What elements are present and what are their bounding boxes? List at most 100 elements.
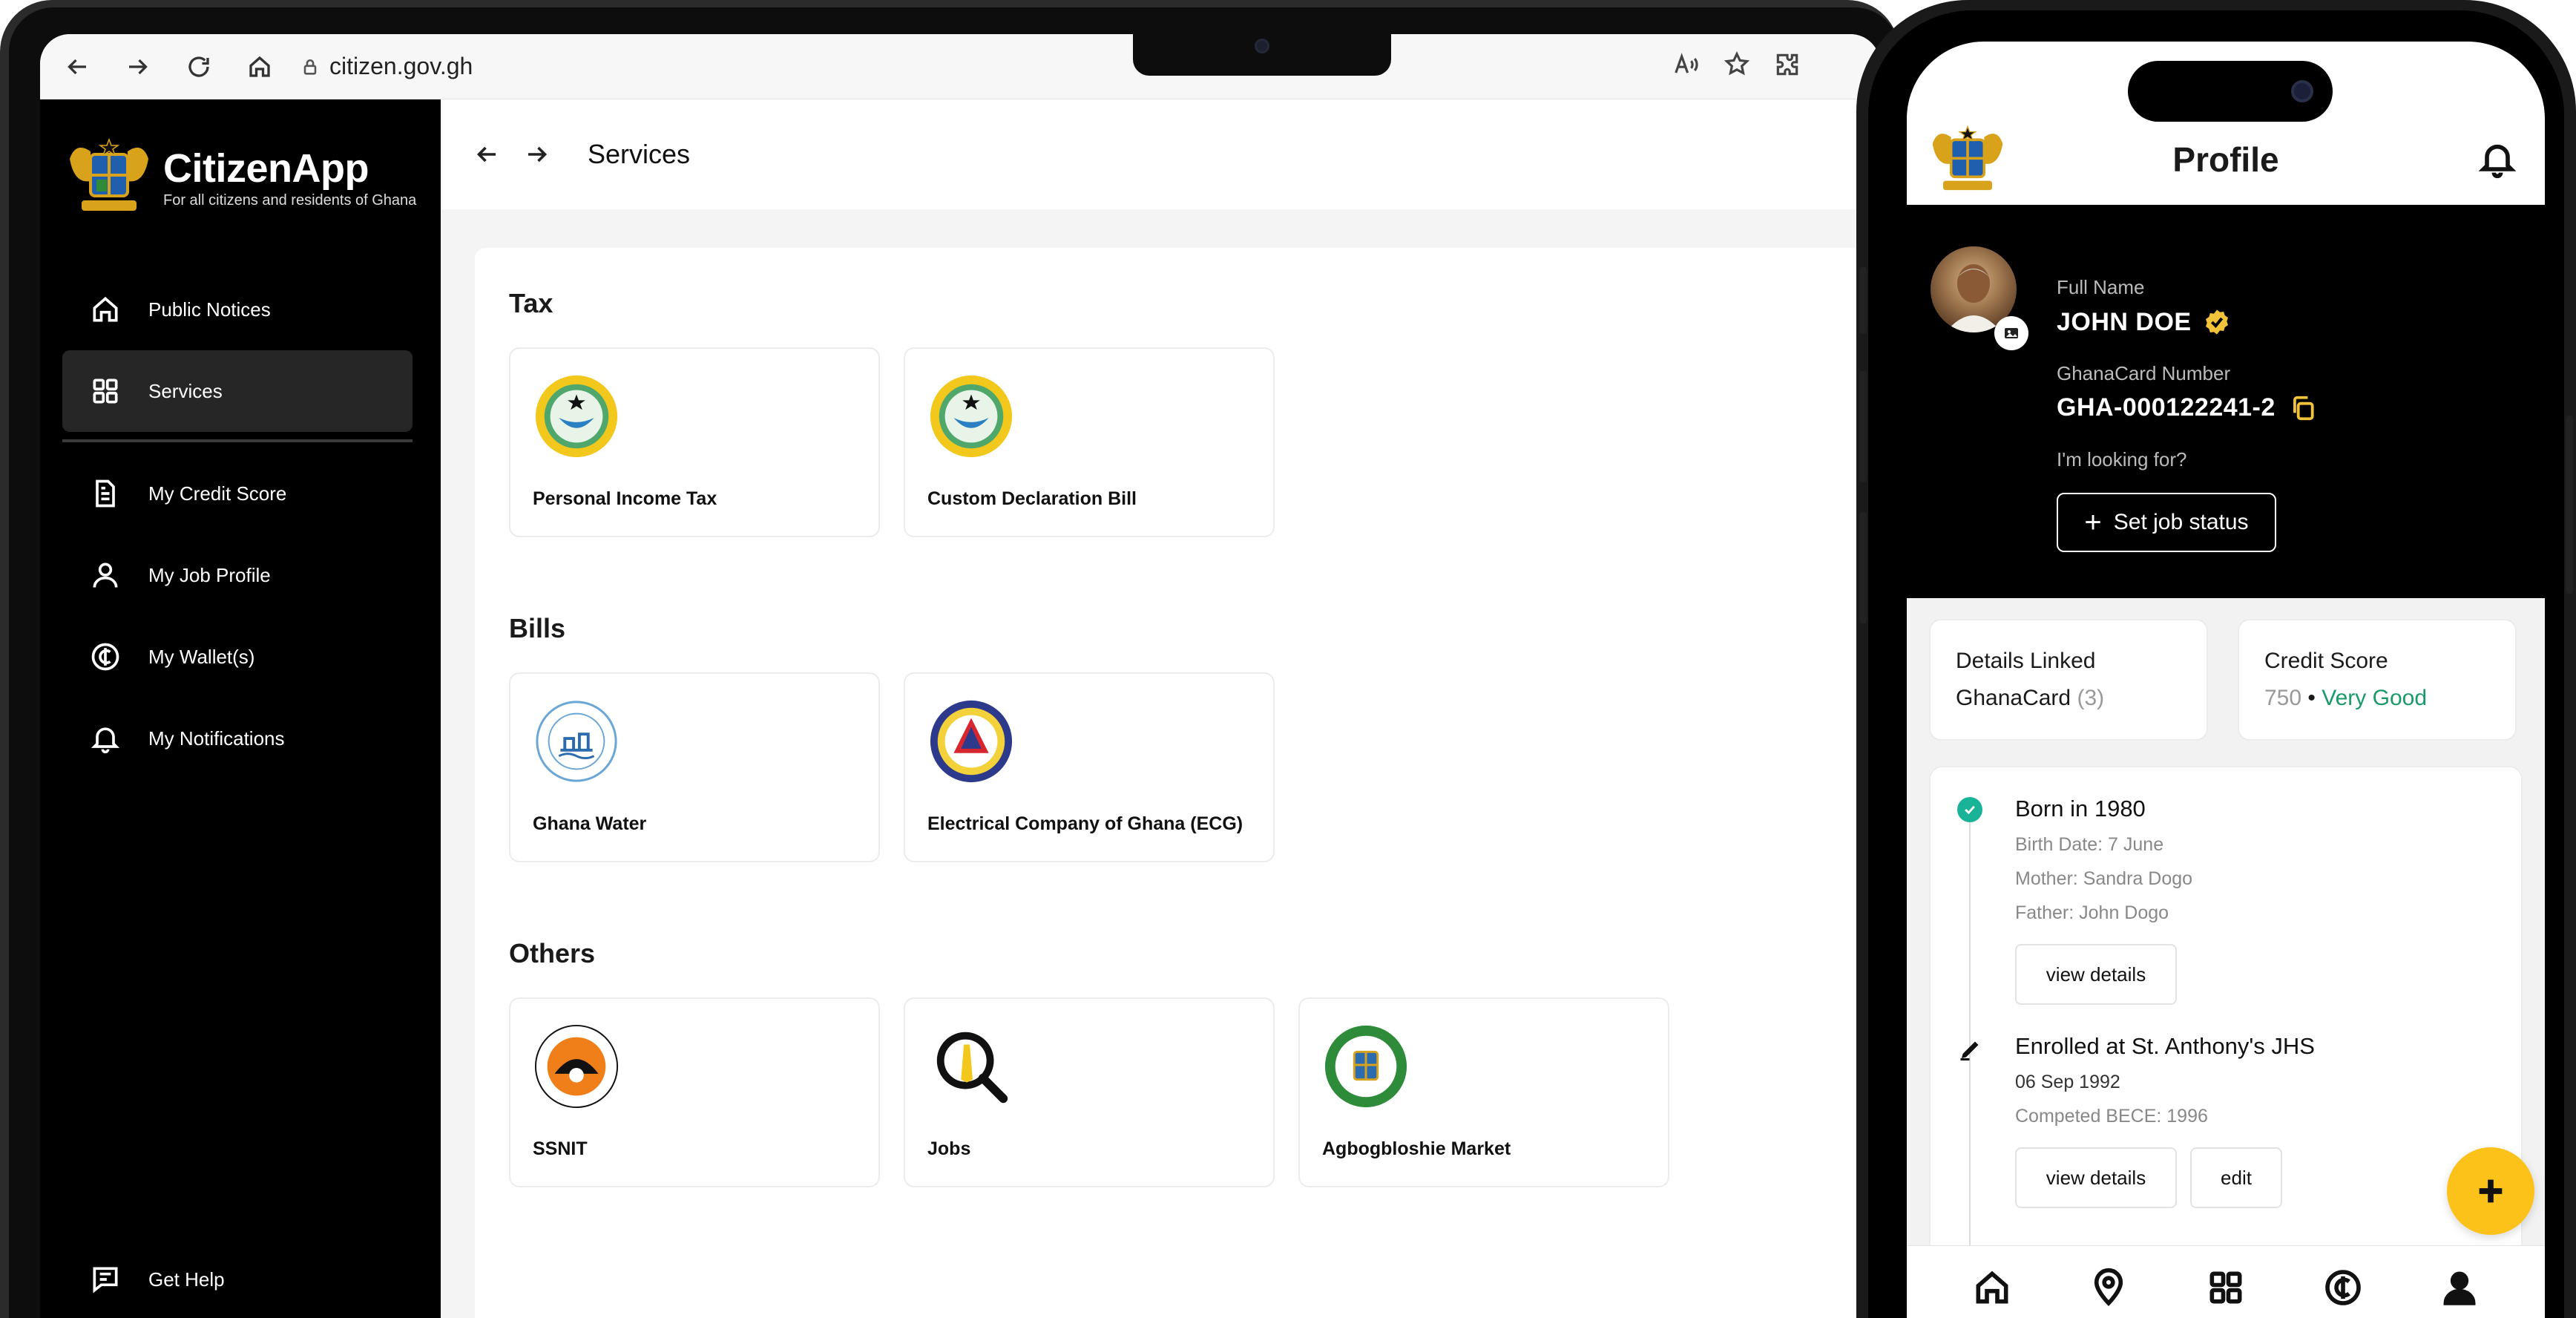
forward-arrow-icon[interactable]	[524, 141, 551, 168]
notifications-button[interactable]	[2477, 138, 2518, 180]
service-card-personal-income-tax[interactable]: Personal Income Tax	[509, 347, 880, 537]
sidebar-item-notifications[interactable]: My Notifications	[62, 698, 413, 779]
sidebar-item-public-notices[interactable]: Public Notices	[62, 269, 413, 350]
service-card-ecg[interactable]: Electrical Company of Ghana (ECG)	[904, 672, 1275, 862]
dynamic-island	[2128, 61, 2333, 122]
ghanacard-number: GHA-000122241-2	[2057, 393, 2317, 422]
sidebar-item-label: My Wallet(s)	[148, 645, 255, 668]
home-icon[interactable]	[1971, 1267, 2013, 1308]
cedi-icon[interactable]	[2322, 1267, 2364, 1308]
gra-logo-icon	[535, 375, 618, 458]
profile-header: Profile	[1907, 123, 2545, 205]
home-icon	[249, 56, 270, 77]
extensions-icon[interactable]	[1773, 50, 1801, 79]
timeline-detail: Mother: Sandra Dogo	[2015, 868, 2193, 889]
browser-forward-button[interactable]	[123, 52, 153, 82]
view-details-button[interactable]: view details	[2015, 1147, 2177, 1208]
details-linked-sub: GhanaCard (3)	[1956, 680, 2181, 717]
service-card-label: Agbogbloshie Market	[1322, 1138, 1511, 1159]
plus-icon: +	[2084, 506, 2102, 539]
get-help-label: Get Help	[148, 1268, 225, 1291]
favorite-icon[interactable]	[1723, 50, 1751, 79]
jobs-search-icon	[936, 1032, 1008, 1104]
service-card-custom-declaration-bill[interactable]: Custom Declaration Bill	[904, 347, 1275, 537]
verified-badge-icon	[2205, 309, 2228, 335]
profile-summary: Full Name JOHN DOE GhanaCard Number GHA-…	[1907, 205, 2545, 598]
sidebar-item-label: Public Notices	[148, 298, 271, 321]
profile-body: Details Linked GhanaCard (3) Credit Scor…	[1907, 598, 2545, 1318]
back-arrow-icon[interactable]	[473, 141, 500, 168]
browser-toolbar: citizen.gov.gh	[40, 34, 1880, 99]
credit-score-line: 750 • Very Good	[2264, 680, 2490, 717]
sidebar-item-label: My Job Profile	[148, 563, 271, 586]
credit-score-card[interactable]: Credit Score 750 • Very Good	[2238, 619, 2517, 741]
address-bar[interactable]: citizen.gov.gh	[300, 53, 473, 80]
get-help-link[interactable]: Get Help	[89, 1263, 225, 1296]
app-logo[interactable]: CitizenApp For all citizens and resident…	[61, 137, 416, 218]
profile-icon[interactable]	[2439, 1267, 2480, 1308]
set-job-status-label: Set job status	[2113, 510, 2249, 534]
ghanacard-value: GHA-000122241-2	[2057, 393, 2276, 422]
read-aloud-icon[interactable]	[1672, 50, 1701, 79]
page-header: Services	[441, 99, 1880, 209]
service-card-agbogbloshie-market[interactable]: Agbogbloshie Market	[1298, 997, 1669, 1187]
sidebar-item-services[interactable]: Services	[62, 350, 413, 432]
cedi-icon	[91, 643, 119, 671]
phone-side-button	[2566, 416, 2573, 594]
pen-icon	[1960, 1041, 1979, 1060]
arrow-left-icon	[68, 59, 86, 74]
change-photo-button[interactable]	[1994, 316, 2028, 350]
service-card-label: SSNIT	[533, 1138, 588, 1159]
sidebar-item-label: Services	[148, 379, 223, 402]
timeline-detail: 06 Sep 1992	[2015, 1072, 2120, 1092]
home-icon	[93, 296, 118, 322]
browser-home-button[interactable]	[245, 52, 275, 82]
ghana-water-logo-icon	[536, 701, 617, 782]
service-card-label: Custom Declaration Bill	[927, 488, 1137, 509]
ecg-logo-icon	[930, 700, 1013, 783]
image-icon	[2005, 328, 2018, 338]
copy-icon[interactable]	[2289, 394, 2317, 422]
credit-score-rating: Very Good	[2322, 686, 2428, 710]
phone-screen: Profile Full Name JOHN DOE GhanaCard Num…	[1907, 42, 2545, 1318]
service-card-jobs[interactable]: Jobs	[904, 997, 1275, 1187]
sidebar-menu: Public Notices Services My Credit Score …	[62, 269, 413, 779]
edit-button[interactable]: edit	[2190, 1147, 2282, 1208]
lock-icon	[303, 59, 317, 75]
credit-score-value: 750	[2264, 686, 2302, 710]
details-linked-ghanacard: GhanaCard	[1956, 686, 2071, 710]
timeline-title: Enrolled at St. Anthony's JHS	[2015, 1033, 2315, 1059]
sidebar-item-credit-score[interactable]: My Credit Score	[62, 453, 413, 534]
service-card-label: Ghana Water	[533, 813, 647, 834]
timeline-detail: Competed BECE: 1996	[2015, 1106, 2208, 1127]
service-card-ssnit[interactable]: SSNIT	[509, 997, 880, 1187]
section-title-others: Others	[509, 938, 596, 968]
full-name: JOHN DOE	[2057, 307, 2232, 337]
add-fab-button[interactable]	[2447, 1147, 2534, 1235]
chat-icon	[93, 1267, 118, 1294]
reload-icon	[188, 56, 209, 77]
ghana-coat-of-arms-icon	[70, 137, 148, 211]
browser-actions	[1672, 50, 1801, 79]
section-title-bills: Bills	[509, 613, 566, 643]
plus-icon	[2479, 1179, 2503, 1203]
grid-icon	[93, 378, 118, 404]
location-pin-icon[interactable]	[2088, 1267, 2129, 1308]
profile-title: Profile	[2172, 140, 2279, 179]
sidebar-item-job-profile[interactable]: My Job Profile	[62, 534, 413, 616]
service-card-ghana-water[interactable]: Ghana Water	[509, 672, 880, 862]
browser-back-button[interactable]	[62, 52, 92, 82]
service-card-label: Personal Income Tax	[533, 488, 717, 509]
ssnit-logo-icon	[534, 1024, 619, 1109]
set-job-status-button[interactable]: + Set job status	[2057, 493, 2276, 552]
view-details-button[interactable]: view details	[2015, 944, 2177, 1005]
grid-icon[interactable]	[2205, 1267, 2247, 1308]
details-linked-card[interactable]: Details Linked GhanaCard (3)	[1929, 619, 2208, 741]
phone-side-button	[1859, 512, 1867, 623]
sidebar-item-label: My Notifications	[148, 727, 285, 750]
laptop-notch	[1133, 34, 1391, 76]
browser-reload-button[interactable]	[184, 52, 214, 82]
timeline-detail: Father: John Dogo	[2015, 902, 2169, 923]
menu-divider	[62, 439, 413, 442]
sidebar-item-wallets[interactable]: My Wallet(s)	[62, 616, 413, 698]
